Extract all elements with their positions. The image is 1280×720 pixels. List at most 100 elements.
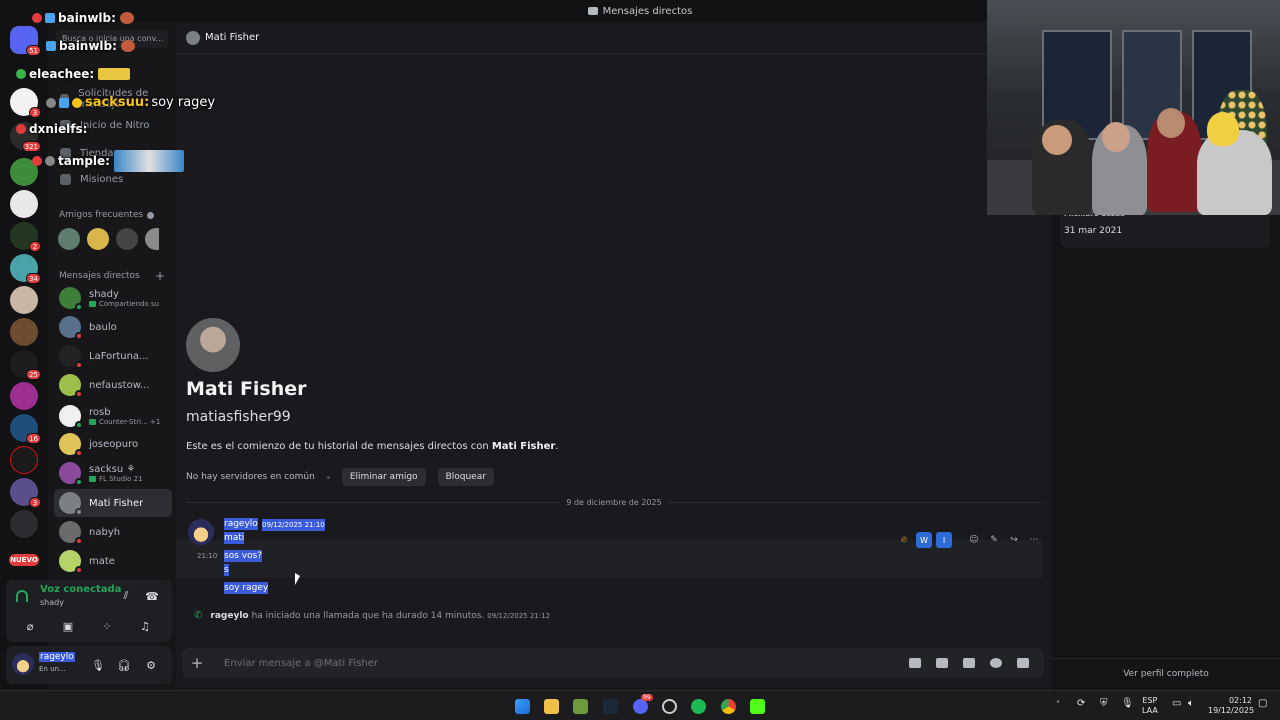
- screen-share-icon[interactable]: ▣: [56, 616, 80, 636]
- reaction-l-icon[interactable]: I: [936, 532, 952, 548]
- gif-icon[interactable]: [936, 658, 948, 668]
- soundboard-icon[interactable]: ♫: [133, 616, 157, 636]
- signal-icon[interactable]: [16, 590, 28, 602]
- dm-item-nefaustow[interactable]: nefaustow...: [54, 371, 172, 399]
- profile-avatar[interactable]: [186, 318, 240, 372]
- server-icon[interactable]: [10, 190, 38, 218]
- add-reaction-icon[interactable]: ☺: [966, 532, 982, 548]
- block-button[interactable]: Bloquear: [437, 468, 494, 486]
- avatar[interactable]: [58, 228, 80, 250]
- stream-chat-line: bainwlb:: [32, 11, 134, 25]
- message-input[interactable]: [224, 657, 909, 669]
- server-icon[interactable]: [10, 382, 38, 410]
- voice-channel[interactable]: shady: [40, 598, 64, 607]
- noise-suppression-icon[interactable]: ⫽: [114, 586, 138, 606]
- volume-icon[interactable]: 🔈︎: [1188, 699, 1194, 709]
- server-icon[interactable]: 16: [10, 414, 41, 444]
- discord-taskbar-icon[interactable]: 99: [633, 694, 653, 714]
- message-author[interactable]: rageylo: [224, 518, 258, 530]
- dm-item-rosb[interactable]: rosb Counter-Stri... +1: [54, 402, 172, 430]
- chrome-icon[interactable]: [721, 699, 736, 714]
- avatar[interactable]: [186, 30, 200, 45]
- nav-label: Inicio de Nitro: [80, 119, 150, 131]
- avatar[interactable]: [145, 228, 159, 250]
- network-icon[interactable]: ▭: [1172, 699, 1181, 709]
- server-icon[interactable]: [10, 510, 38, 538]
- server-icon[interactable]: [10, 286, 38, 314]
- more-icon[interactable]: ⋯: [1026, 532, 1042, 548]
- steam-icon[interactable]: [603, 699, 618, 714]
- minecraft-icon[interactable]: [573, 699, 588, 714]
- dm-item-mate[interactable]: mate: [54, 547, 172, 575]
- gift-icon[interactable]: [909, 658, 921, 668]
- file-explorer-icon[interactable]: [544, 699, 559, 714]
- kick-icon[interactable]: [750, 699, 765, 714]
- window-title: Mensajes directos: [602, 5, 693, 17]
- microphone-icon[interactable]: 🎙︎: [86, 655, 110, 675]
- app-icon[interactable]: [662, 699, 677, 714]
- message-line: soy ragey: [224, 582, 269, 594]
- server-icon[interactable]: [10, 318, 38, 346]
- dm-item-joseopuro[interactable]: joseopuro: [54, 430, 172, 458]
- view-full-profile-link[interactable]: Ver perfil completo: [1052, 658, 1280, 679]
- avatar[interactable]: [12, 653, 34, 675]
- sync-icon[interactable]: ⟳: [1077, 699, 1085, 709]
- avatar[interactable]: [116, 228, 138, 250]
- server-icon[interactable]: [10, 446, 38, 474]
- reaction-w-icon[interactable]: W: [916, 532, 932, 548]
- clock[interactable]: 02:12 19/12/2025: [1208, 696, 1254, 716]
- member-since-value: 31 mar 2021: [1064, 226, 1123, 236]
- edit-icon[interactable]: ✎: [986, 532, 1002, 548]
- nav-label: Misiones: [80, 173, 124, 185]
- avatar: [59, 521, 83, 545]
- dm-item-sacksu[interactable]: sacksu ⚘ FL Studio 21: [54, 459, 172, 487]
- forward-icon[interactable]: ↪: [1006, 532, 1022, 548]
- person-face: [1042, 125, 1072, 155]
- language-indicator[interactable]: ESP LAA: [1142, 696, 1158, 716]
- server-icon[interactable]: 3: [10, 88, 41, 118]
- windows-start-icon[interactable]: [515, 699, 530, 714]
- profile-tag: matiasfisher99: [186, 409, 291, 425]
- microphone-tray-icon[interactable]: 🎙︎: [1121, 699, 1134, 709]
- mutual-servers-label: No hay servidores en común: [186, 472, 315, 482]
- dm-item-baulo[interactable]: baulo: [54, 313, 172, 341]
- voice-status[interactable]: Voz conectada: [40, 584, 121, 595]
- dm-item-mati-fisher[interactable]: Mati Fisher: [54, 489, 172, 517]
- chat-header-name[interactable]: Mati Fisher: [205, 32, 259, 43]
- username[interactable]: rageylo: [39, 652, 75, 662]
- message-avatar[interactable]: [188, 519, 214, 545]
- dm-item-nabyh[interactable]: nabyh: [54, 518, 172, 546]
- status-dot: [75, 361, 83, 369]
- security-icon[interactable]: ⛨: [1100, 699, 1108, 709]
- server-icon[interactable]: 3: [10, 478, 41, 508]
- attach-plus-icon[interactable]: +: [182, 654, 212, 672]
- spotify-icon[interactable]: [691, 699, 706, 714]
- quests-icon: [60, 173, 71, 185]
- headphones-icon[interactable]: 🎧︎: [112, 655, 136, 675]
- dm-home-button[interactable]: 51: [10, 26, 41, 56]
- chevron-up-icon[interactable]: ˄: [1056, 700, 1060, 710]
- avatar: [59, 374, 83, 398]
- server-icon[interactable]: 25: [10, 350, 41, 380]
- add-dm-icon[interactable]: +: [155, 269, 165, 283]
- camera-off-icon[interactable]: ⌀: [18, 616, 42, 636]
- dm-item-shady[interactable]: shady Compartiendo su: [54, 284, 172, 312]
- reaction-fire-icon[interactable]: 🔥︎: [896, 532, 912, 548]
- avatar[interactable]: [87, 228, 109, 250]
- server-icon[interactable]: 34: [10, 254, 41, 284]
- remove-friend-button[interactable]: Eliminar amigo: [341, 468, 426, 486]
- notifications-icon[interactable]: ▢: [1258, 699, 1267, 709]
- toolbar-divider: [956, 532, 962, 548]
- server-icon[interactable]: 2: [10, 222, 41, 252]
- new-server-button[interactable]: NUEVO: [9, 546, 39, 574]
- user-status[interactable]: En un...: [39, 665, 66, 673]
- activities-icon[interactable]: ⁘: [95, 616, 119, 636]
- settings-icon[interactable]: ⚙: [139, 655, 163, 675]
- emoji-icon[interactable]: [990, 658, 1002, 668]
- sticker-icon[interactable]: [963, 658, 975, 668]
- dm-item-lafortuna[interactable]: LaFortuna...: [54, 342, 172, 370]
- phone-icon: ✆: [194, 610, 203, 621]
- apps-icon[interactable]: [1017, 658, 1029, 668]
- disconnect-icon[interactable]: ☎: [140, 586, 164, 606]
- call-author[interactable]: rageylo: [210, 611, 248, 621]
